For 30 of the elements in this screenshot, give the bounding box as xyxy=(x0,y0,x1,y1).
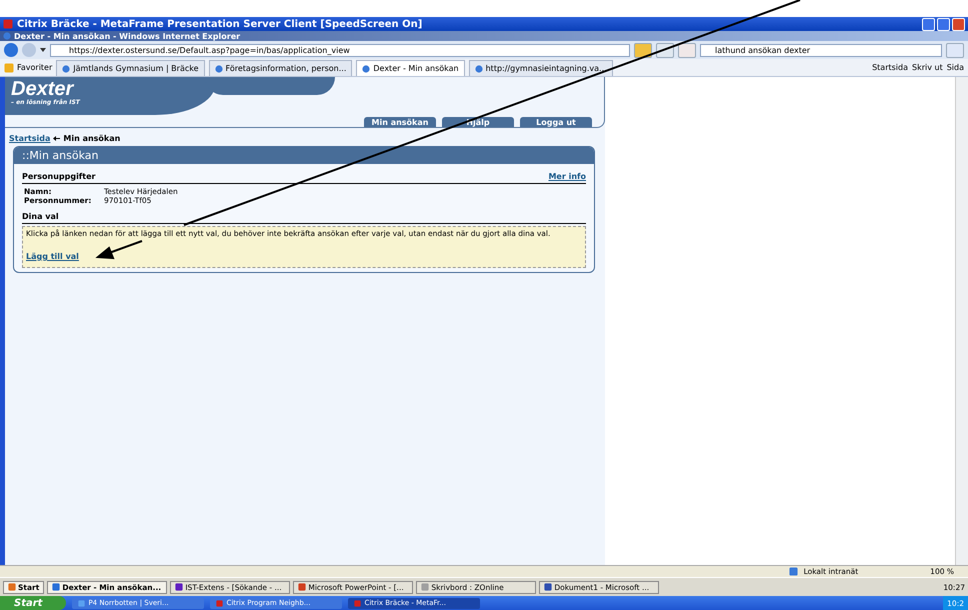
arrow-left-icon xyxy=(53,136,60,141)
address-field[interactable]: https://dexter.ostersund.se/Default.asp?page=in/bas/application_view xyxy=(50,44,630,56)
scrollbar[interactable] xyxy=(955,77,968,565)
back-button[interactable] xyxy=(4,43,18,57)
add-choice-link[interactable]: Lägg till val xyxy=(26,252,79,261)
search-field[interactable]: lathund ansökan dexter xyxy=(700,44,942,56)
browser-tab[interactable]: http://gymnasieintagning.va... xyxy=(468,60,613,76)
command-button[interactable]: Skriv ut xyxy=(912,63,943,72)
panel-title: ::Min ansökan xyxy=(14,147,594,164)
section-heading: Dina val xyxy=(22,212,59,221)
browser-tab[interactable]: Företagsinformation, person... xyxy=(208,60,352,76)
close-button[interactable] xyxy=(952,18,965,30)
logo: Dexter xyxy=(11,79,74,99)
breadcrumb-current: Min ansökan xyxy=(63,134,120,143)
browser-tab[interactable]: Jämtlands Gymnasium | Bräcke xyxy=(56,60,205,76)
command-button[interactable]: Startsida xyxy=(872,63,908,72)
start-button[interactable]: Start xyxy=(0,596,66,610)
more-info-link[interactable]: Mer info xyxy=(548,172,586,181)
caret-icon xyxy=(40,48,46,52)
browser-title: Dexter - Min ansökan - Windows Internet Explorer xyxy=(14,32,240,40)
section-heading: Personuppgifter xyxy=(22,172,96,181)
favorites-button[interactable]: Favoriter xyxy=(4,62,52,72)
minimize-button[interactable] xyxy=(922,18,935,30)
nav-tab[interactable]: Min ansökan xyxy=(364,117,436,127)
command-button[interactable]: Sida xyxy=(946,63,964,72)
nav-tab[interactable]: Logga ut xyxy=(520,117,592,127)
maximize-button[interactable] xyxy=(937,18,950,30)
breadcrumb-link[interactable]: Startsida xyxy=(9,134,50,143)
browser-tab[interactable]: Dexter - Min ansökan xyxy=(356,60,465,76)
window-title: Citrix Bräcke - MetaFrame Presentation Server Client [SpeedScreen On] xyxy=(17,18,422,30)
